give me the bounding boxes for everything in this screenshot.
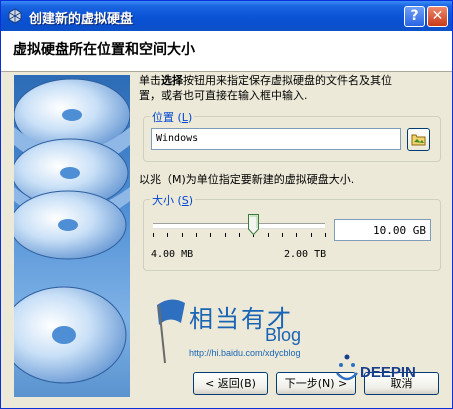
flag-logo-icon: [157, 299, 185, 364]
slider-tick: [282, 233, 283, 237]
watermark-blog: Blog: [265, 325, 302, 345]
slider-track[interactable]: [153, 223, 325, 228]
location-input[interactable]: Windows: [151, 128, 401, 150]
window-title: 创建新的虚拟硬盘: [29, 12, 134, 27]
size-hint: 以兆（M)为单位指定要新建的虚拟硬盘大小.: [139, 173, 355, 186]
folder-select-icon: [411, 134, 426, 146]
help-button[interactable]: ?: [404, 6, 425, 27]
slider-tick: [239, 233, 240, 237]
side-illustration: [14, 75, 130, 397]
deepin-logo-icon: [336, 354, 358, 381]
slider-tick: [196, 233, 197, 237]
size-max-label: 2.00 TB: [284, 249, 327, 260]
slider-tick: [268, 233, 269, 237]
close-icon: ✕: [431, 8, 444, 24]
slider-tick: [182, 233, 183, 237]
location-legend: 位置 (L): [150, 109, 195, 125]
slider-tick: [296, 233, 297, 237]
description-text: 单击选择按钮用来指定保存虚拟硬盘的文件名及其位 置，或者也可直接在输入框中输入.: [139, 74, 392, 102]
size-input[interactable]: 10.00 GB: [334, 219, 431, 241]
help-icon: ?: [410, 8, 419, 24]
back-button[interactable]: < 返回(B): [193, 372, 268, 395]
title-bar[interactable]: 创建新的虚拟硬盘 ? ✕: [1, 1, 452, 31]
slider-thumb-icon[interactable]: [248, 214, 259, 235]
page-title: 虚拟硬盘所在位置和空间大小: [13, 42, 195, 58]
watermark-deepin: DEEPIN: [360, 364, 416, 381]
wizard-header: 虚拟硬盘所在位置和空间大小: [1, 31, 452, 72]
watermark-url: http://hi.baidu.com/xdycblog: [189, 348, 301, 358]
folder-select-button[interactable]: [407, 128, 430, 151]
size-legend: 大小 (S): [150, 192, 196, 208]
slider-tick: [325, 233, 326, 237]
disks-illustration: [14, 78, 130, 384]
slider-tick: [167, 233, 168, 237]
slider-tick: [153, 233, 154, 237]
slider-tick: [210, 233, 211, 237]
slider-tick: [311, 233, 312, 237]
virtualbox-icon: [8, 8, 22, 24]
slider-tick: [225, 233, 226, 237]
wizard-window: 创建新的虚拟硬盘 ? ✕ 虚拟硬盘所在位置和空间大小 单击选择按钮用来指定保存虚…: [0, 0, 453, 409]
close-button[interactable]: ✕: [427, 6, 448, 27]
size-min-label: 4.00 MB: [151, 249, 194, 260]
